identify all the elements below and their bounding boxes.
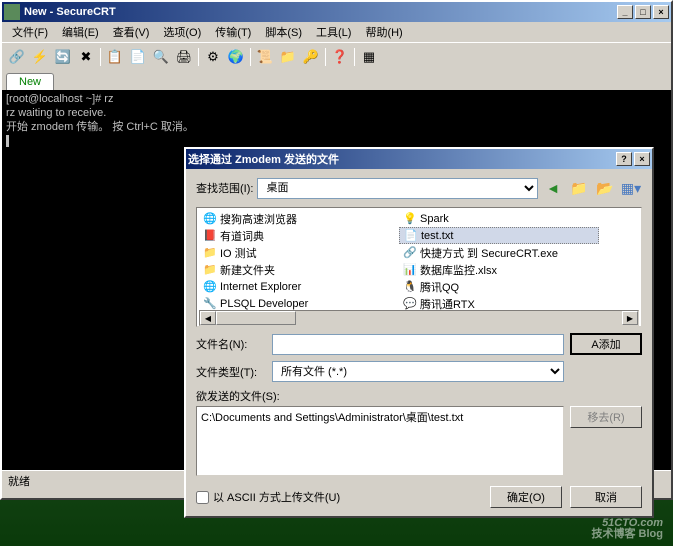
menu-help[interactable]: 帮助(H) [359, 22, 408, 42]
up-icon[interactable]: 📁 [568, 177, 590, 199]
folder-icon: 📁 [203, 263, 217, 277]
tb-tile-icon[interactable]: ▦ [358, 46, 380, 68]
dialog-close-button[interactable]: × [634, 152, 650, 166]
dialog-title: 选择通过 Zmodem 发送的文件 [188, 151, 616, 167]
scroll-right-icon[interactable]: ▶ [622, 311, 638, 325]
menu-file[interactable]: 文件(F) [6, 22, 54, 42]
shortcut-icon: 🔗 [403, 246, 417, 260]
minimize-button[interactable]: _ [617, 5, 633, 19]
rtx-icon: 💬 [403, 297, 417, 311]
tb-paste-icon[interactable]: 📄 [127, 46, 149, 68]
look-in-select[interactable]: 桌面 [257, 178, 538, 199]
window-title: New - SecureCRT [24, 6, 617, 18]
filename-label: 文件名(N): [196, 336, 266, 352]
scroll-thumb[interactable] [216, 311, 296, 325]
file-item[interactable]: 📕有道词典 [199, 227, 399, 244]
separator [325, 48, 326, 66]
ascii-checkbox-label[interactable]: 以 ASCII 方式上传文件(U) [196, 489, 340, 505]
terminal-line: rz waiting to receive. [6, 107, 106, 119]
tabbar: New [2, 70, 671, 90]
tb-connect-icon[interactable]: 🔗 [6, 46, 28, 68]
ok-button[interactable]: 确定(O) [490, 486, 562, 508]
file-item[interactable]: 📊数据库监控.xlsx [399, 261, 599, 278]
menu-tools[interactable]: 工具(L) [310, 22, 357, 42]
cancel-button[interactable]: 取消 [570, 486, 642, 508]
dialog-help-button[interactable]: ? [616, 152, 632, 166]
watermark: 51CTO.com 技术博客 Blog [592, 518, 664, 540]
xlsx-icon: 📊 [403, 263, 417, 277]
maximize-button[interactable]: □ [635, 5, 651, 19]
tb-copy-icon[interactable]: 📋 [104, 46, 126, 68]
terminal-line: [root@localhost ~]# rz [6, 93, 113, 105]
look-in-label: 查找范围(I): [196, 180, 253, 196]
folder-icon: 📁 [203, 246, 217, 260]
h-scrollbar[interactable]: ◀ ▶ [199, 310, 639, 326]
menu-edit[interactable]: 编辑(E) [56, 22, 105, 42]
tb-session-icon[interactable]: ⚙ [202, 46, 224, 68]
tb-script-icon[interactable]: 📜 [254, 46, 276, 68]
separator [198, 48, 199, 66]
tb-ftp-icon[interactable]: 📁 [277, 46, 299, 68]
separator [250, 48, 251, 66]
send-files-label: 欲发送的文件(S): [196, 391, 280, 403]
separator [354, 48, 355, 66]
qq-icon: 🐧 [403, 280, 417, 294]
tb-find-icon[interactable]: 🔍 [150, 46, 172, 68]
tb-key-icon[interactable]: 🔑 [300, 46, 322, 68]
filename-input[interactable] [272, 334, 564, 355]
file-item[interactable]: 🐧腾讯QQ [399, 278, 599, 295]
dialog-titlebar[interactable]: 选择通过 Zmodem 发送的文件 ? × [186, 149, 652, 169]
file-list[interactable]: 🌐搜狗高速浏览器 📕有道词典 📁IO 测试 📁新建文件夹 🌐Internet E… [196, 207, 642, 327]
browser-icon: 🌐 [203, 212, 217, 226]
terminal-line: 开始 zmodem 传输。 按 Ctrl+C 取消。 [6, 121, 194, 133]
file-item-selected[interactable]: 📄test.txt [399, 227, 599, 244]
ascii-checkbox[interactable] [196, 491, 209, 504]
send-files-list[interactable]: C:\Documents and Settings\Administrator\… [196, 406, 564, 476]
view-mode-icon[interactable]: ▦▾ [620, 177, 642, 199]
file-item[interactable]: 📁IO 测试 [199, 244, 399, 261]
tb-help-icon[interactable]: ❓ [329, 46, 351, 68]
menu-script[interactable]: 脚本(S) [259, 22, 308, 42]
zmodem-dialog: 选择通过 Zmodem 发送的文件 ? × 查找范围(I): 桌面 ◄ 📁 📂 … [184, 147, 654, 518]
remove-button[interactable]: 移去(R) [570, 406, 642, 428]
spark-icon: 💡 [403, 212, 417, 226]
app-icon [4, 4, 20, 20]
file-item[interactable]: 🔗快捷方式 到 SecureCRT.exe [399, 244, 599, 261]
menu-options[interactable]: 选项(O) [157, 22, 207, 42]
menu-view[interactable]: 查看(V) [107, 22, 156, 42]
toolbar: 🔗 ⚡ 🔄 ✖ 📋 📄 🔍 🖨 ⚙ 🌍 📜 📁 🔑 ❓ ▦ [2, 42, 671, 70]
file-item[interactable]: 💡Spark [399, 210, 599, 227]
file-item[interactable]: 🌐Internet Explorer [199, 278, 399, 295]
separator [100, 48, 101, 66]
tab-new[interactable]: New [6, 73, 54, 90]
scroll-left-icon[interactable]: ◀ [200, 311, 216, 325]
tb-disconnect-icon[interactable]: ✖ [75, 46, 97, 68]
titlebar[interactable]: New - SecureCRT _ □ × [2, 2, 671, 22]
add-button[interactable]: A添加 [570, 333, 642, 355]
filetype-label: 文件类型(T): [196, 364, 266, 380]
file-item[interactable]: 📁新建文件夹 [199, 261, 399, 278]
file-item[interactable]: 🌐搜狗高速浏览器 [199, 210, 399, 227]
status-text: 就绪 [8, 473, 30, 489]
new-folder-icon[interactable]: 📂 [594, 177, 616, 199]
back-icon[interactable]: ◄ [542, 177, 564, 199]
tb-global-icon[interactable]: 🌍 [225, 46, 247, 68]
tb-reconnect-icon[interactable]: 🔄 [52, 46, 74, 68]
tb-quick-icon[interactable]: ⚡ [29, 46, 51, 68]
filetype-select[interactable]: 所有文件 (*.*) [272, 361, 564, 382]
plsql-icon: 🔧 [203, 297, 217, 311]
cursor [6, 135, 9, 147]
send-file-path[interactable]: C:\Documents and Settings\Administrator\… [201, 409, 559, 425]
txt-icon: 📄 [404, 229, 418, 243]
ie-icon: 🌐 [203, 280, 217, 294]
tb-print-icon[interactable]: 🖨 [173, 46, 195, 68]
menu-transfer[interactable]: 传输(T) [209, 22, 257, 42]
menubar: 文件(F) 编辑(E) 查看(V) 选项(O) 传输(T) 脚本(S) 工具(L… [2, 22, 671, 42]
dict-icon: 📕 [203, 229, 217, 243]
close-button[interactable]: × [653, 5, 669, 19]
